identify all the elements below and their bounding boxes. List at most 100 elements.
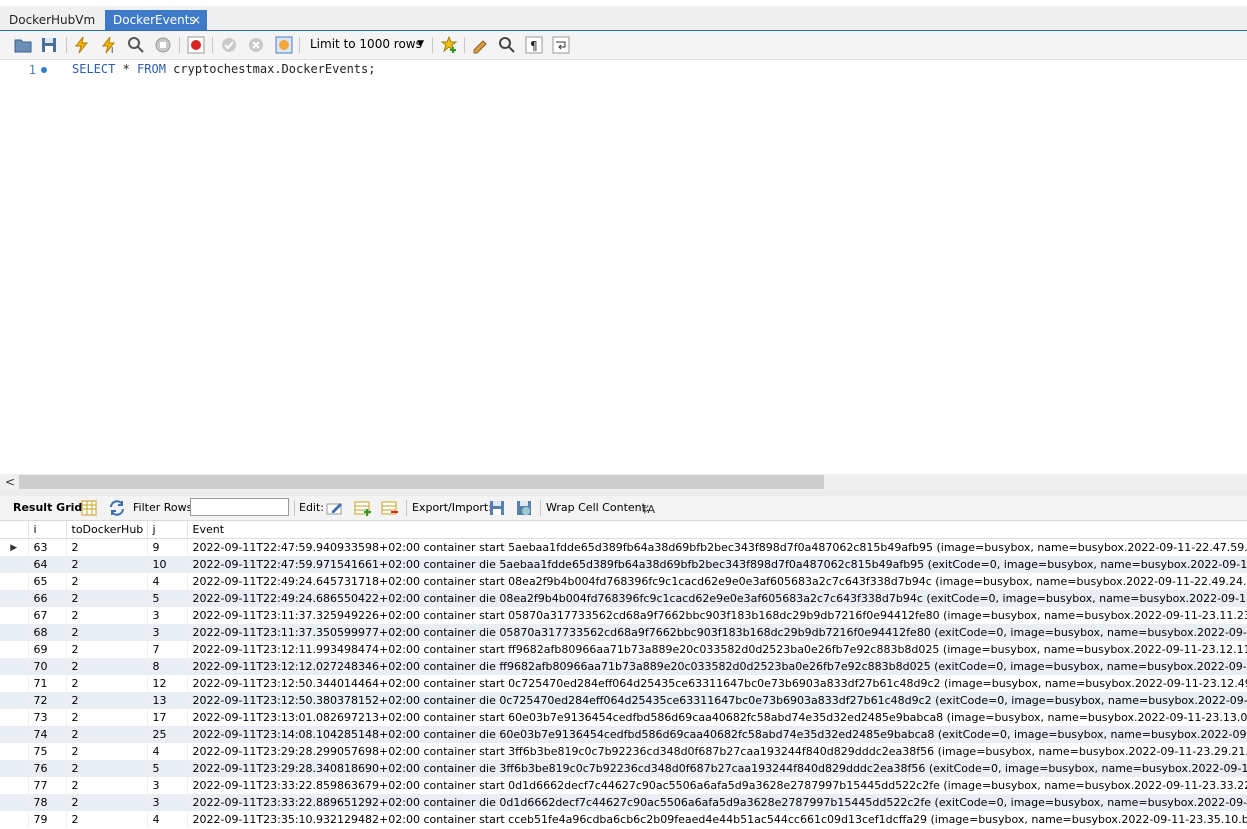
cell-event[interactable]: 2022-09-11T22:49:24.645731718+02:00 cont… (187, 573, 1247, 590)
cell-event[interactable]: 2022-09-11T23:11:37.325949226+02:00 cont… (187, 607, 1247, 624)
table-row[interactable]: 74 2 25 2022-09-11T23:14:08.104285148+02:00… (0, 726, 1247, 743)
cell-j[interactable]: 3 (147, 777, 188, 794)
cell-event[interactable]: 2022-09-11T22:49:24.686550422+02:00 cont… (187, 590, 1247, 607)
limit-rows-select[interactable]: Limit to 1000 rows ▼ (302, 35, 428, 54)
wrap-cell-icon[interactable]: ‡A (640, 499, 658, 517)
table-row[interactable]: ▶ 63 2 9 2022-09-11T22:47:59.940933598+02:00… (0, 538, 1247, 556)
column-header-i[interactable]: i (28, 521, 67, 539)
cell-j[interactable]: 12 (147, 675, 188, 692)
column-header-todockerhub[interactable]: toDockerHub (66, 521, 148, 539)
cell-todockerhub[interactable]: 2 (66, 777, 148, 794)
row-marker[interactable] (0, 573, 29, 590)
cell-todockerhub[interactable]: 2 (66, 556, 148, 573)
cell-todockerhub[interactable]: 2 (66, 538, 148, 556)
grid-view-icon[interactable] (80, 499, 98, 517)
cell-i[interactable]: 74 (28, 726, 67, 743)
execute-icon[interactable] (73, 36, 91, 54)
cell-event[interactable]: 2022-09-11T23:14:08.104285148+02:00 cont… (187, 726, 1247, 743)
table-row[interactable]: 73 2 17 2022-09-11T23:13:01.082697213+02:00… (0, 709, 1247, 726)
find-icon[interactable] (498, 36, 516, 54)
table-row[interactable]: 70 2 8 2022-09-11T23:12:12.027248346+02:00 … (0, 658, 1247, 675)
result-grid[interactable]: i toDockerHub j Event ▶ 63 2 9 2022-09-11T22… (0, 521, 1247, 829)
cell-j[interactable]: 10 (147, 556, 188, 573)
cell-i[interactable]: 72 (28, 692, 67, 709)
cell-i[interactable]: 78 (28, 794, 67, 811)
row-marker[interactable] (0, 624, 29, 641)
cell-todockerhub[interactable]: 2 (66, 624, 148, 641)
cell-todockerhub[interactable]: 2 (66, 709, 148, 726)
row-marker[interactable] (0, 709, 29, 726)
editor-horizontal-scrollbar[interactable]: < (0, 474, 1247, 490)
cell-j[interactable]: 7 (147, 641, 188, 658)
row-marker[interactable] (0, 590, 29, 607)
row-marker[interactable] (0, 692, 29, 709)
cell-event[interactable]: 2022-09-11T22:47:59.940933598+02:00 cont… (187, 538, 1247, 556)
result-grid-label[interactable]: Result Grid (13, 501, 82, 514)
cell-j[interactable]: 4 (147, 811, 188, 828)
stop-icon[interactable] (154, 36, 172, 54)
cell-todockerhub[interactable]: 2 (66, 641, 148, 658)
cell-i[interactable]: 64 (28, 556, 67, 573)
cell-j[interactable]: 5 (147, 760, 188, 777)
cell-event[interactable]: 2022-09-11T23:29:28.299057698+02:00 cont… (187, 743, 1247, 760)
cell-i[interactable]: 71 (28, 675, 67, 692)
cell-todockerhub[interactable]: 2 (66, 760, 148, 777)
cell-j[interactable]: 17 (147, 709, 188, 726)
table-row[interactable]: 75 2 4 2022-09-11T23:29:28.299057698+02:00 … (0, 743, 1247, 760)
row-marker[interactable] (0, 607, 29, 624)
autocommit-icon[interactable] (275, 36, 293, 54)
cell-event[interactable]: 2022-09-11T23:29:28.340818690+02:00 cont… (187, 760, 1247, 777)
scrollbar-thumb[interactable] (19, 475, 824, 489)
cell-j[interactable]: 4 (147, 573, 188, 590)
cell-i[interactable]: 69 (28, 641, 67, 658)
cell-event[interactable]: 2022-09-11T23:12:50.344014464+02:00 cont… (187, 675, 1247, 692)
table-row[interactable]: 67 2 3 2022-09-11T23:11:37.325949226+02:00 … (0, 607, 1247, 624)
sql-code[interactable]: SELECT * FROM cryptochestmax.DockerEvent… (72, 62, 375, 76)
row-marker[interactable] (0, 658, 29, 675)
table-row[interactable]: 68 2 3 2022-09-11T23:11:37.350599977+02:00 … (0, 624, 1247, 641)
wrap-lines-icon[interactable] (552, 36, 570, 54)
cell-i[interactable]: 73 (28, 709, 67, 726)
close-icon[interactable]: × (191, 10, 201, 30)
cell-i[interactable]: 67 (28, 607, 67, 624)
rollback-icon[interactable] (247, 36, 265, 54)
cell-event[interactable]: 2022-09-11T23:33:22.889651292+02:00 cont… (187, 794, 1247, 811)
row-marker[interactable] (0, 726, 29, 743)
table-row[interactable]: 76 2 5 2022-09-11T23:29:28.340818690+02:00 … (0, 760, 1247, 777)
cell-i[interactable]: 76 (28, 760, 67, 777)
open-file-icon[interactable] (14, 36, 32, 54)
cell-todockerhub[interactable]: 2 (66, 692, 148, 709)
explain-icon[interactable] (127, 36, 145, 54)
scroll-left-icon[interactable]: < (5, 475, 15, 489)
beautify-icon[interactable] (472, 36, 490, 54)
save-icon[interactable] (40, 36, 58, 54)
cell-event[interactable]: 2022-09-11T23:11:37.350599977+02:00 cont… (187, 624, 1247, 641)
cell-event[interactable]: 2022-09-11T23:12:12.027248346+02:00 cont… (187, 658, 1247, 675)
cell-todockerhub[interactable]: 2 (66, 573, 148, 590)
cell-j[interactable]: 5 (147, 590, 188, 607)
cell-i[interactable]: 63 (28, 538, 67, 556)
table-row[interactable]: 66 2 5 2022-09-11T22:49:24.686550422+02:00 … (0, 590, 1247, 607)
commit-icon[interactable] (220, 36, 238, 54)
cell-todockerhub[interactable]: 2 (66, 743, 148, 760)
cell-todockerhub[interactable]: 2 (66, 811, 148, 828)
cell-j[interactable]: 4 (147, 743, 188, 760)
sql-editor[interactable]: 1 SELECT * FROM cryptochestmax.DockerEve… (0, 60, 1247, 474)
row-marker[interactable] (0, 743, 29, 760)
cell-todockerhub[interactable]: 2 (66, 590, 148, 607)
current-row-arrow-icon[interactable]: ▶ (0, 538, 29, 556)
insert-row-icon[interactable] (354, 499, 372, 517)
row-marker[interactable] (0, 556, 29, 573)
execute-current-icon[interactable]: I (100, 36, 118, 54)
add-snippet-icon[interactable] (440, 36, 458, 54)
table-row[interactable]: 78 2 3 2022-09-11T23:33:22.889651292+02:00 … (0, 794, 1247, 811)
cell-i[interactable]: 79 (28, 811, 67, 828)
cell-todockerhub[interactable]: 2 (66, 658, 148, 675)
table-row[interactable]: 65 2 4 2022-09-11T22:49:24.645731718+02:00 … (0, 573, 1247, 590)
cell-j[interactable]: 25 (147, 726, 188, 743)
cell-i[interactable]: 68 (28, 624, 67, 641)
row-marker[interactable] (0, 641, 29, 658)
cell-i[interactable]: 77 (28, 777, 67, 794)
export-icon[interactable] (488, 499, 506, 517)
delete-row-icon[interactable] (381, 499, 399, 517)
